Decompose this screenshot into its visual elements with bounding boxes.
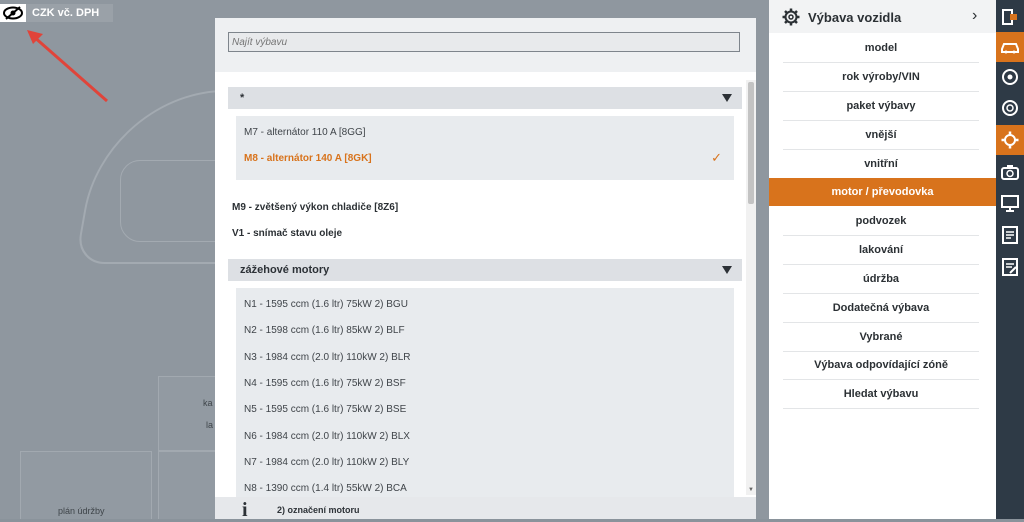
equipment-modal: * M7 - alternátor 110 A [8GG] M8 - alter…	[215, 18, 756, 521]
scroll-down-icon[interactable]: ▼	[748, 487, 754, 493]
menu-item-paint[interactable]: lakování	[783, 236, 979, 265]
scrollbar[interactable]: ▼	[746, 80, 756, 495]
wheel-icon[interactable]	[996, 62, 1024, 92]
notes-icon[interactable]	[996, 252, 1024, 282]
background-tile[interactable]	[158, 376, 218, 451]
price-label: CZK vč. DPH	[32, 7, 100, 19]
option-n1[interactable]: N1 - 1595 ccm (1.6 ltr) 75kW 2) BGU	[244, 299, 408, 310]
tile-label-2: la	[206, 420, 214, 430]
car-icon[interactable]	[996, 32, 1024, 62]
option-n2[interactable]: N2 - 1598 ccm (1.6 ltr) 85kW 2) BLF	[244, 325, 405, 336]
menu-item-chassis[interactable]: podvozek	[783, 207, 979, 236]
group-body-star: M7 - alternátor 110 A [8GG] M8 - alterná…	[236, 116, 734, 180]
group-header-petrol-engines[interactable]: zážehové motory	[228, 259, 742, 281]
option-m8-selected[interactable]: M8 - alternátor 140 A [8GK]	[244, 153, 372, 164]
menu-item-model[interactable]: model	[783, 34, 979, 63]
equipment-side-panel: Výbava vozidla › model rok výroby/VIN pa…	[769, 0, 996, 519]
option-n7[interactable]: N7 - 1984 ccm (2.0 ltr) 110kW 2) BLY	[244, 457, 409, 468]
scrollbar-thumb[interactable]	[748, 82, 754, 204]
option-v1[interactable]: V1 - snímač stavu oleje	[232, 228, 342, 239]
menu-item-maintenance[interactable]: údržba	[783, 265, 979, 294]
collapse-triangle-icon[interactable]	[722, 94, 732, 102]
group-body-petrol-engines: N1 - 1595 ccm (1.6 ltr) 75kW 2) BGU N2 -…	[236, 288, 734, 497]
tile-label-1: ka	[203, 398, 213, 408]
menu-item-exterior[interactable]: vnější	[783, 121, 979, 150]
menu-item-interior[interactable]: vnitřní	[783, 150, 979, 179]
footer-note: i 2) označení motoru	[215, 497, 756, 521]
gear-icon[interactable]	[996, 125, 1024, 155]
option-n3[interactable]: N3 - 1984 ccm (2.0 ltr) 110kW 2) BLR	[244, 352, 411, 363]
group-header-star[interactable]: *	[228, 87, 742, 109]
background-tile-2[interactable]	[158, 451, 218, 519]
search-input[interactable]	[228, 32, 740, 52]
price-badge[interactable]: CZK vč. DPH	[0, 4, 113, 22]
option-n4[interactable]: N4 - 1595 ccm (1.6 ltr) 75kW 2) BSF	[244, 378, 406, 389]
tile-label-maintenance: plán údržby	[58, 506, 105, 516]
red-arrow-annotation	[27, 30, 108, 103]
menu-item-engine-transmission[interactable]: motor / převodovka	[769, 178, 996, 206]
chevron-right-icon[interactable]: ›	[972, 7, 977, 25]
eye-icon[interactable]	[0, 4, 26, 22]
menu-item-search-equipment[interactable]: Hledat výbavu	[783, 380, 979, 409]
menu-item-zone-equipment[interactable]: Výbava odpovídající zóně	[783, 351, 979, 380]
equipment-list: * M7 - alternátor 110 A [8GG] M8 - alter…	[215, 72, 756, 497]
icon-rail	[996, 0, 1024, 519]
list-icon[interactable]	[996, 220, 1024, 250]
group-title: *	[240, 92, 245, 104]
search-icon[interactable]	[996, 93, 1024, 123]
option-n5[interactable]: N5 - 1595 ccm (1.6 ltr) 75kW 2) BSE	[244, 404, 406, 415]
panel-title: Výbava vozidla	[808, 10, 902, 25]
camera-icon[interactable]	[996, 157, 1024, 187]
menu-item-package[interactable]: paket výbavy	[783, 92, 979, 121]
search-bar	[215, 18, 756, 72]
option-m9[interactable]: M9 - zvětšený výkon chladiče [8Z6]	[232, 202, 398, 213]
option-n8[interactable]: N8 - 1390 ccm (1.4 ltr) 55kW 2) BCA	[244, 483, 407, 494]
group-title: zážehové motory	[240, 264, 330, 276]
footer-text: 2) označení motoru	[277, 505, 360, 515]
monitor-icon[interactable]	[996, 188, 1024, 218]
option-m7[interactable]: M7 - alternátor 110 A [8GG]	[244, 127, 366, 138]
check-icon: ✓	[711, 150, 722, 165]
option-n6[interactable]: N6 - 1984 ccm (2.0 ltr) 110kW 2) BLX	[244, 431, 410, 442]
menu-item-additional-equipment[interactable]: Dodatečná výbava	[783, 294, 979, 323]
panel-header[interactable]: Výbava vozidla ›	[769, 0, 996, 33]
gear-icon	[782, 8, 800, 26]
exit-icon[interactable]	[996, 2, 1024, 32]
menu-item-selected[interactable]: Vybrané	[783, 323, 979, 352]
collapse-triangle-icon[interactable]	[722, 266, 732, 274]
menu-item-year-vin[interactable]: rok výroby/VIN	[783, 63, 979, 92]
